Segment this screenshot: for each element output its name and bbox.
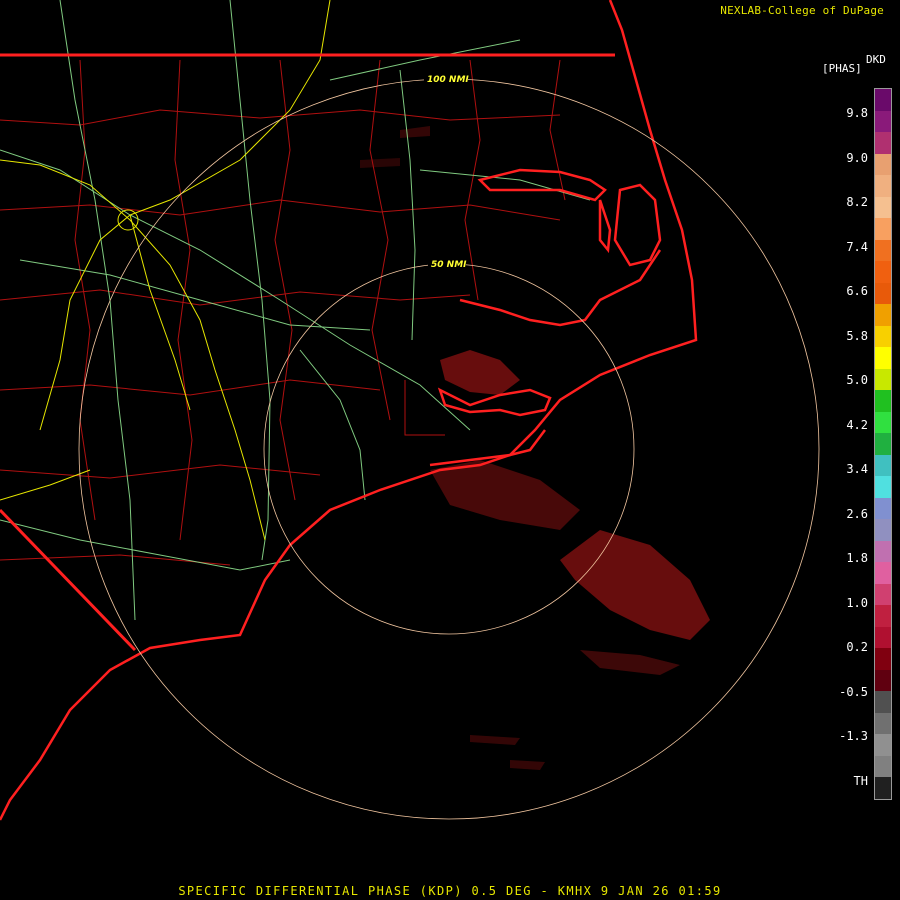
radar-map: 50 NMI 100 NMI bbox=[0, 0, 900, 900]
color-scale-segment bbox=[875, 433, 891, 456]
color-scale-tick: 2.6 bbox=[846, 506, 868, 521]
color-scale-segment bbox=[875, 325, 891, 348]
color-scale-segment bbox=[875, 411, 891, 434]
color-scale-bar bbox=[874, 88, 892, 800]
color-scale-tick: 9.0 bbox=[846, 150, 868, 165]
color-scale-segment bbox=[875, 669, 891, 692]
color-scale-segment bbox=[875, 282, 891, 305]
color-scale-segment bbox=[875, 626, 891, 649]
color-scale-segment bbox=[875, 196, 891, 219]
color-scale-segment bbox=[875, 562, 891, 585]
color-scale-tick: -1.3 bbox=[839, 729, 868, 743]
color-scale-tick: 3.4 bbox=[846, 462, 868, 476]
color-scale-segment bbox=[875, 734, 891, 757]
color-scale-segment bbox=[875, 712, 891, 735]
product-code: DKD bbox=[866, 53, 886, 66]
color-scale-segment bbox=[875, 347, 891, 370]
color-scale-tick: 9.8 bbox=[846, 106, 868, 120]
color-scale-tick: 7.4 bbox=[846, 239, 868, 254]
credit-label: NEXLAB-College of DuPage bbox=[720, 4, 884, 17]
color-scale-tick: 1.0 bbox=[846, 595, 868, 610]
color-scale-tick: TH bbox=[853, 773, 868, 788]
color-scale-tick: 5.0 bbox=[846, 373, 868, 387]
color-scale-tick: 8.2 bbox=[846, 195, 868, 209]
color-scale-segment bbox=[875, 648, 891, 671]
color-scale-segment bbox=[875, 239, 891, 262]
color-scale-segment bbox=[875, 218, 891, 241]
color-scale-tick: 4.2 bbox=[846, 417, 868, 432]
color-scale-segment bbox=[875, 755, 891, 778]
color-scale-segment bbox=[875, 390, 891, 413]
units-label: [PHAS] bbox=[822, 62, 862, 75]
color-scale-tick: 0.2 bbox=[846, 640, 868, 654]
color-scale-segment bbox=[875, 89, 891, 111]
product-title: SPECIFIC DIFFERENTIAL PHASE (KDP) 0.5 DE… bbox=[178, 884, 722, 898]
color-scale-segment bbox=[875, 110, 891, 133]
color-scale-segment bbox=[875, 691, 891, 714]
color-scale-segment bbox=[875, 175, 891, 198]
color-scale-segment bbox=[875, 605, 891, 628]
color-scale-segment bbox=[875, 497, 891, 520]
range-ring-label-100: 100 NMI bbox=[427, 75, 469, 85]
color-scale-segment bbox=[875, 777, 891, 800]
color-scale-segment bbox=[875, 304, 891, 327]
color-scale-segment bbox=[875, 476, 891, 499]
color-scale-tick: -0.5 bbox=[839, 684, 868, 699]
color-scale-segment bbox=[875, 132, 891, 155]
color-scale-segment bbox=[875, 583, 891, 606]
color-scale-segment bbox=[875, 454, 891, 477]
color-scale-segment bbox=[875, 519, 891, 542]
range-ring-label-50: 50 NMI bbox=[431, 260, 467, 270]
color-scale-segment bbox=[875, 261, 891, 284]
color-scale-segment bbox=[875, 153, 891, 176]
color-scale-tick: 5.8 bbox=[846, 328, 868, 343]
color-scale-segment bbox=[875, 540, 891, 563]
color-scale-tick: 1.8 bbox=[846, 551, 868, 565]
color-scale-tick: 6.6 bbox=[846, 284, 868, 298]
color-scale-segment bbox=[875, 368, 891, 391]
